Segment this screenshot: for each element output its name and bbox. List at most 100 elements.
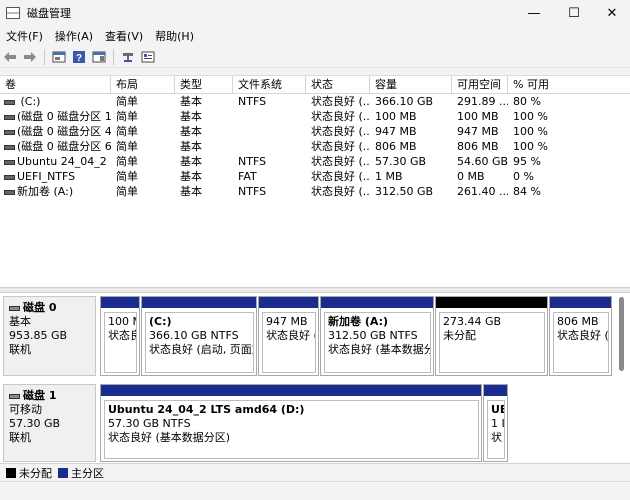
free-space-cell: 806 MB [457, 140, 499, 153]
filesystem-cell: FAT [238, 170, 257, 183]
free-space-cell: 947 MB [457, 125, 499, 138]
layout-cell: 简单 [116, 95, 138, 108]
back-icon[interactable] [0, 48, 20, 66]
disk-icon [9, 393, 20, 399]
percent-free-cell: 80 % [513, 95, 541, 108]
free-space-cell: 54.60 GB [457, 155, 508, 168]
volume-cell: (C:) [0, 94, 111, 109]
disk-management-app-icon [6, 7, 20, 19]
menu-file[interactable]: 文件(F) [0, 28, 49, 44]
percent-free-cell: 95 % [513, 155, 541, 168]
layout-cell: 简单 [116, 125, 138, 138]
col-header-volume[interactable]: 卷 [0, 76, 111, 94]
partition-bar [142, 297, 256, 308]
help-icon[interactable]: ? [69, 48, 89, 66]
free-space-cell: 261.40 ... [457, 185, 508, 198]
partition-body: 273.44 GB 未分配 [439, 312, 545, 373]
percent-free-cell: 84 % [513, 185, 541, 198]
properties-icon[interactable] [49, 48, 69, 66]
col-header-status[interactable]: 状态 [306, 76, 370, 94]
disk-0-type: 基本 [9, 315, 31, 328]
status-cell: 状态良好 (... [311, 125, 370, 138]
legend: 未分配 主分区 [0, 463, 630, 481]
partition-body: 947 MB 状态良好 (恢 [262, 312, 316, 373]
volume-icon [4, 174, 15, 180]
disk-0-label[interactable]: 磁盘 0 基本 953.85 GB 联机 [3, 296, 96, 376]
partition-recovery-2[interactable]: 806 MB 状态良好 (恢 [549, 296, 612, 376]
type-cell: 基本 [180, 125, 202, 138]
minimize-button[interactable]: — [514, 0, 554, 26]
filesystem-cell [233, 109, 306, 124]
layout-cell: 简单 [116, 185, 138, 198]
svg-text:?: ? [76, 53, 82, 64]
disk-1-label[interactable]: 磁盘 1 可移动 57.30 GB 联机 [3, 384, 96, 462]
menu-action[interactable]: 操作(A) [49, 28, 99, 44]
settings-icon[interactable] [138, 48, 158, 66]
col-header-free-space[interactable]: 可用空间 [452, 76, 508, 94]
status-bar [0, 481, 630, 500]
forward-icon[interactable] [20, 48, 40, 66]
disk-0-state: 联机 [9, 343, 31, 356]
connect-icon[interactable] [118, 48, 138, 66]
view-icon[interactable] [89, 48, 109, 66]
status-cell: 状态良好 (... [311, 140, 370, 153]
partition-ubuntu-d-drive[interactable]: Ubuntu 24_04_2 LTS amd64 (D:) 57.30 GB N… [100, 384, 482, 462]
primary-partition-swatch [58, 467, 68, 478]
disk-graphical-view: 磁盘 0 基本 953.85 GB 联机 100 MB 状态良好 (C:) 36… [0, 293, 630, 463]
type-cell: 基本 [180, 140, 202, 153]
percent-free-cell: 100 % [513, 110, 548, 123]
volume-cell: 新加卷 (A:) [0, 184, 111, 199]
disk-0-size: 953.85 GB [9, 329, 68, 342]
menu-help[interactable]: 帮助(H) [149, 28, 200, 44]
disk-1-title: 磁盘 1 [9, 389, 90, 403]
volume-icon [4, 129, 15, 135]
status-cell: 状态良好 (... [311, 155, 370, 168]
disk-1-state: 联机 [9, 431, 31, 444]
layout-cell: 简单 [116, 170, 138, 183]
volume-icon [4, 114, 15, 120]
layout-cell: 简单 [116, 155, 138, 168]
menu-view[interactable]: 查看(V) [99, 28, 149, 44]
volume-cell: (磁盘 0 磁盘分区 6) [0, 139, 111, 154]
capacity-cell: 806 MB [375, 140, 417, 153]
partition-recovery-1[interactable]: 947 MB 状态良好 (恢 [258, 296, 319, 376]
col-header-percent-free[interactable]: % 可用 [508, 76, 630, 94]
volume-icon [4, 144, 15, 150]
percent-free-cell: 100 % [513, 140, 548, 153]
legend-unallocated-label: 未分配 [19, 466, 52, 480]
col-header-layout[interactable]: 布局 [111, 76, 175, 94]
partition-uefi-ntfs[interactable]: UE 1 I 状 [483, 384, 508, 462]
partition-unallocated[interactable]: 273.44 GB 未分配 [435, 296, 548, 376]
partition-bar [484, 385, 507, 396]
volume-icon [4, 99, 15, 105]
status-cell: 状态良好 (... [311, 170, 370, 183]
partition-c-drive[interactable]: (C:) 366.10 GB NTFS 状态良好 (启动, 页面文件 [141, 296, 257, 376]
toolbar: ? [0, 46, 630, 68]
disk-1-size: 57.30 GB [9, 417, 61, 430]
filesystem-cell: NTFS [238, 155, 267, 168]
window-title: 磁盘管理 [27, 7, 71, 20]
filesystem-cell: NTFS [238, 185, 267, 198]
col-header-type[interactable]: 类型 [175, 76, 233, 94]
volume-cell: UEFI_NTFS [0, 169, 111, 184]
col-header-filesystem[interactable]: 文件系统 [233, 76, 306, 94]
close-button[interactable]: ✕ [592, 0, 630, 26]
maximize-button[interactable]: ☐ [554, 0, 594, 26]
vertical-scrollbar[interactable] [619, 297, 624, 371]
title-bar: 磁盘管理 — ☐ ✕ [0, 0, 630, 26]
capacity-cell: 100 MB [375, 110, 417, 123]
partition-bar [259, 297, 318, 308]
filesystem-cell: NTFS [238, 95, 267, 108]
partition-a-drive[interactable]: 新加卷 (A:) 312.50 GB NTFS 状态良好 (基本数据分区 [320, 296, 434, 376]
partition-bar [436, 297, 547, 308]
partition-bar [101, 297, 139, 308]
layout-cell: 简单 [116, 140, 138, 153]
type-cell: 基本 [180, 185, 202, 198]
menu-bar: 文件(F) 操作(A) 查看(V) 帮助(H) [0, 26, 630, 46]
col-header-capacity[interactable]: 容量 [370, 76, 452, 94]
partition-efi[interactable]: 100 MB 状态良好 [100, 296, 140, 376]
legend-primary-partition-label: 主分区 [71, 466, 104, 480]
type-cell: 基本 [180, 170, 202, 183]
unallocated-swatch [6, 467, 16, 478]
partition-body: Ubuntu 24_04_2 LTS amd64 (D:) 57.30 GB N… [104, 400, 479, 459]
